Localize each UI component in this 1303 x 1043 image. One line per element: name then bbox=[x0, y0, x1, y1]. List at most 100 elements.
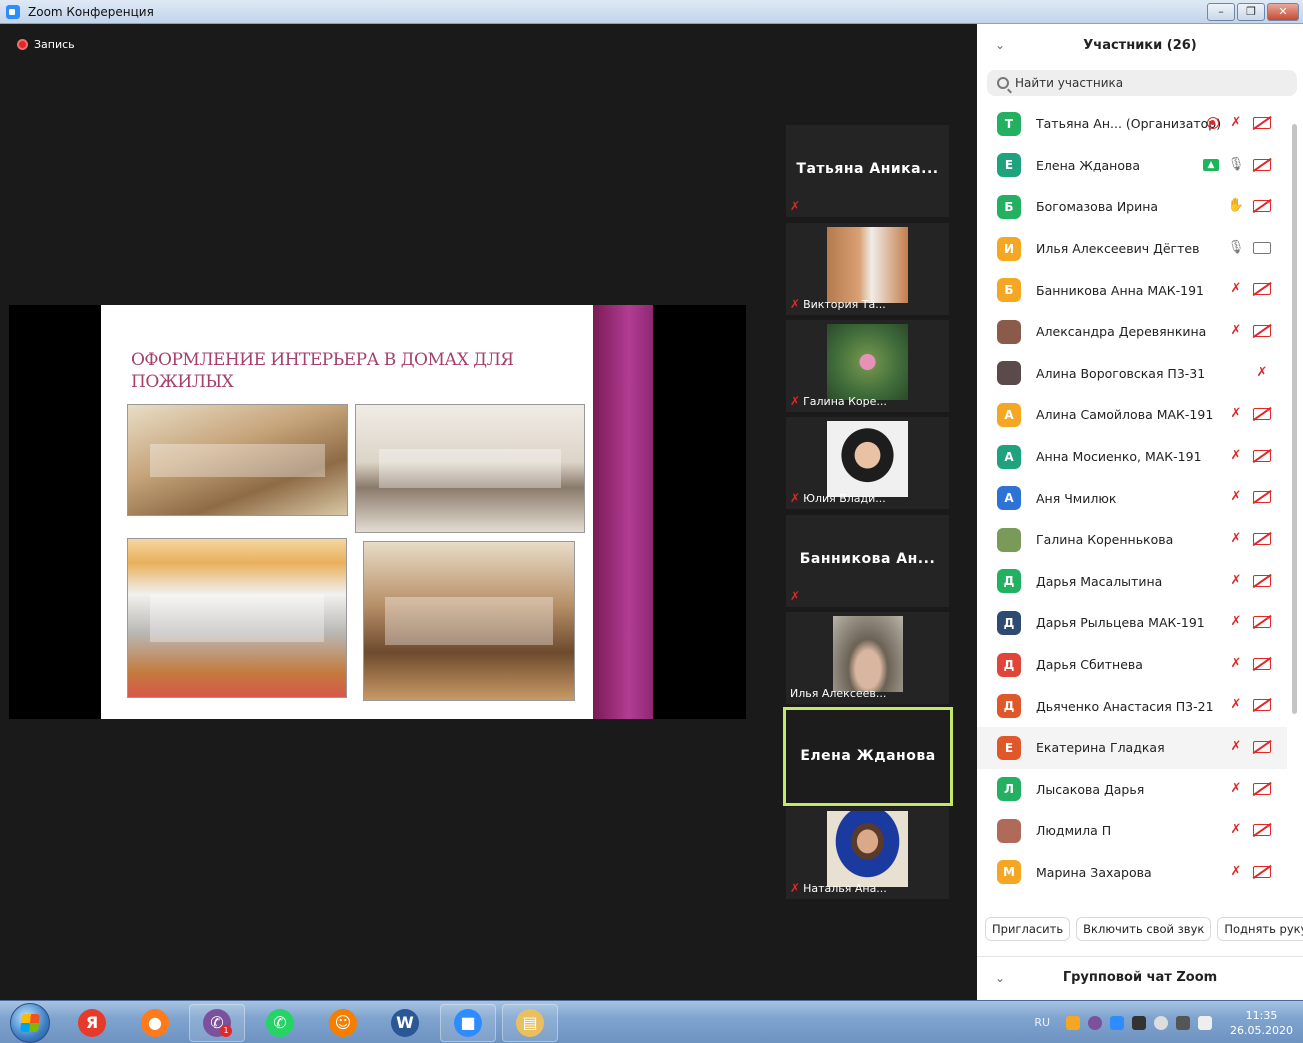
video-tile[interactable]: Илья Алексеев... bbox=[786, 612, 949, 704]
video-tile[interactable]: ✗ Наталья Ана... bbox=[786, 807, 949, 899]
muted-mic-icon: ✗ bbox=[1230, 572, 1242, 588]
language-indicator[interactable]: RU bbox=[1034, 1016, 1050, 1029]
participant-row[interactable]: М Марина Захарова ✗ bbox=[977, 852, 1287, 894]
taskbar-button[interactable]: ■ bbox=[440, 1004, 496, 1042]
restore-button[interactable]: ❐ bbox=[1237, 3, 1265, 21]
video-tile[interactable]: ✗ Виктория Та... bbox=[786, 223, 949, 315]
participant-avatar: Б bbox=[997, 194, 1021, 219]
video-off-icon bbox=[1253, 824, 1271, 837]
participant-row[interactable]: А Алина Самойлова МАК-191 ✗ bbox=[977, 394, 1287, 436]
muted-mic-icon: ✗ bbox=[1230, 115, 1242, 130]
raise-hand-button[interactable]: Поднять руку bbox=[1217, 917, 1303, 941]
recording-indicator[interactable]: Запись bbox=[17, 38, 75, 51]
scrollbar[interactable] bbox=[1292, 124, 1297, 714]
video-off-icon bbox=[1253, 491, 1271, 504]
close-button[interactable]: ✕ bbox=[1267, 3, 1299, 21]
screen-share-view[interactable]: ОФОРМЛЕНИЕ ИНТЕРЬЕРА В ДОМАХ ДЛЯ ПОЖИЛЫХ bbox=[9, 305, 746, 719]
participant-row[interactable]: И Илья Алексеевич Дёгтев 🎙 bbox=[977, 228, 1287, 270]
active-speaker-tile[interactable]: Елена Жданова bbox=[783, 707, 953, 806]
participant-status: 🎙 bbox=[1227, 239, 1271, 257]
tray-app-icon[interactable] bbox=[1066, 1015, 1081, 1030]
taskbar-button[interactable]: W bbox=[377, 1004, 433, 1042]
clock[interactable]: 11:35 26.05.2020 bbox=[1230, 1008, 1293, 1038]
recording-icon bbox=[1207, 117, 1219, 129]
participant-row[interactable]: Людмила П ✗ bbox=[977, 810, 1287, 852]
participant-row[interactable]: Д Дарья Масалытина ✗ bbox=[977, 561, 1287, 603]
participant-status: ✗ bbox=[1207, 114, 1271, 132]
chat-header[interactable]: ⌄ Групповой чат Zoom bbox=[977, 956, 1303, 1000]
raise-hand-icon: ✋ bbox=[1227, 198, 1245, 214]
participant-row[interactable]: Б Банникова Анна МАК-191 ✗ bbox=[977, 269, 1287, 311]
video-off-icon bbox=[1253, 616, 1271, 629]
muted-mic-icon: ✗ bbox=[1230, 281, 1242, 297]
participant-row[interactable]: Л Лысакова Дарья ✗ bbox=[977, 769, 1287, 811]
taskbar-button[interactable]: ✆ bbox=[252, 1004, 308, 1042]
video-off-icon bbox=[1253, 283, 1271, 296]
participant-row[interactable]: Галина Кореннькова ✗ bbox=[977, 519, 1287, 561]
search-input[interactable] bbox=[1015, 76, 1275, 90]
slide-title: ОФОРМЛЕНИЕ ИНТЕРЬЕРА В ДОМАХ ДЛЯ ПОЖИЛЫХ bbox=[131, 350, 514, 392]
participant-avatar: А bbox=[997, 486, 1021, 511]
viber-tray-icon[interactable] bbox=[1088, 1015, 1103, 1030]
taskbar-button[interactable]: ● bbox=[127, 1004, 183, 1042]
network-icon[interactable] bbox=[1132, 1015, 1147, 1030]
flag-icon[interactable] bbox=[1198, 1015, 1213, 1030]
volume-icon[interactable] bbox=[1154, 1015, 1169, 1030]
muted-mic-icon: ✗ bbox=[790, 297, 801, 311]
window-titlebar: Zoom Конференция – ❐ ✕ bbox=[0, 0, 1303, 24]
taskbar-button[interactable]: Я bbox=[64, 1004, 120, 1042]
invite-button[interactable]: Пригласить bbox=[985, 917, 1071, 941]
device-icon[interactable] bbox=[1176, 1015, 1191, 1030]
minimize-button[interactable]: – bbox=[1207, 3, 1235, 21]
participant-avatar: Л bbox=[997, 777, 1021, 802]
participant-avatar: Д bbox=[997, 694, 1021, 719]
participant-search[interactable] bbox=[987, 70, 1297, 96]
muted-mic-icon: ✗ bbox=[790, 491, 801, 505]
video-tile[interactable]: Банникова Ан... ✗ bbox=[786, 515, 949, 607]
clock-date: 26.05.2020 bbox=[1230, 1023, 1293, 1037]
participant-row[interactable]: Д Дарья Сбитнева ✗ bbox=[977, 644, 1287, 686]
participant-row[interactable]: Александра Деревянкина ✗ bbox=[977, 311, 1287, 353]
participant-name: Илья Алексеев... bbox=[790, 687, 887, 700]
participant-row[interactable]: Д Дьяченко Анастасия П3-21 ✗ bbox=[977, 685, 1287, 727]
window-title: Zoom Конференция bbox=[28, 4, 154, 19]
participant-row[interactable]: Б Богомазова Ирина ✋ bbox=[977, 186, 1287, 228]
participant-name: Виктория Та... bbox=[803, 297, 886, 311]
participant-list: Т Татьяна Ан... (Организатор) ✗ Е Елена Ждан… bbox=[977, 103, 1287, 893]
participant-name: Анна Мосиенко, МАК-191 bbox=[1036, 449, 1202, 465]
participant-name: Наталья Ана... bbox=[803, 881, 887, 895]
muted-mic-icon: ✗ bbox=[1230, 614, 1242, 630]
participant-name: Илья Алексеевич Дёгтев bbox=[1036, 241, 1200, 257]
taskbar-button[interactable]: ☺ bbox=[315, 1004, 371, 1042]
chat-title: Групповой чат Zoom bbox=[1062, 970, 1218, 985]
zoom-icon: ■ bbox=[454, 1009, 482, 1037]
zoom-tray-icon[interactable] bbox=[1110, 1015, 1125, 1030]
participant-status: ✗ bbox=[1227, 738, 1271, 756]
start-button[interactable] bbox=[10, 1003, 50, 1043]
participant-row[interactable]: Е Екатерина Гладкая ✗ bbox=[977, 726, 1287, 769]
participant-row[interactable]: А Анна Мосиенко, МАК-191 ✗ bbox=[977, 436, 1287, 478]
muted-mic-icon: ✗ bbox=[1230, 738, 1242, 754]
muted-mic-icon: ✗ bbox=[1230, 697, 1242, 713]
search-icon bbox=[997, 77, 1009, 89]
taskbar-button[interactable]: ✆ 1 bbox=[189, 1004, 245, 1042]
unmute-button[interactable]: Включить свой звук bbox=[1076, 917, 1212, 941]
participant-row[interactable]: Т Татьяна Ан... (Организатор) ✗ bbox=[977, 103, 1287, 145]
video-tile[interactable]: Татьяна Аника... ✗ bbox=[786, 125, 949, 217]
taskbar-button[interactable]: ▤ bbox=[502, 1004, 558, 1042]
participant-name: Дарья Масалытина bbox=[1036, 573, 1163, 589]
participant-row[interactable]: Алина Вороговская П3-31 ✗ bbox=[977, 353, 1287, 395]
participant-avatar bbox=[997, 319, 1021, 344]
muted-mic-icon: ✗ bbox=[1230, 780, 1242, 796]
participant-row[interactable]: Д Дарья Рыльцева МАК-191 ✗ bbox=[977, 602, 1287, 644]
mic-icon: 🎙 bbox=[1227, 239, 1245, 255]
participant-avatar: Е bbox=[997, 735, 1021, 760]
participant-name: Банникова Анна МАК-191 bbox=[1036, 282, 1205, 298]
video-tile[interactable]: ✗ Юлия Влади... bbox=[786, 417, 949, 509]
participant-avatar: Е bbox=[997, 153, 1021, 178]
whatsapp-icon: ✆ bbox=[266, 1009, 294, 1037]
video-tile[interactable]: ✗ Галина Коре... bbox=[786, 320, 949, 412]
participant-status: ✗ bbox=[1227, 405, 1271, 423]
participant-row[interactable]: Е Елена Жданова ▲ 🎙 bbox=[977, 145, 1287, 187]
participant-row[interactable]: А Аня Чмилюк ✗ bbox=[977, 477, 1287, 519]
